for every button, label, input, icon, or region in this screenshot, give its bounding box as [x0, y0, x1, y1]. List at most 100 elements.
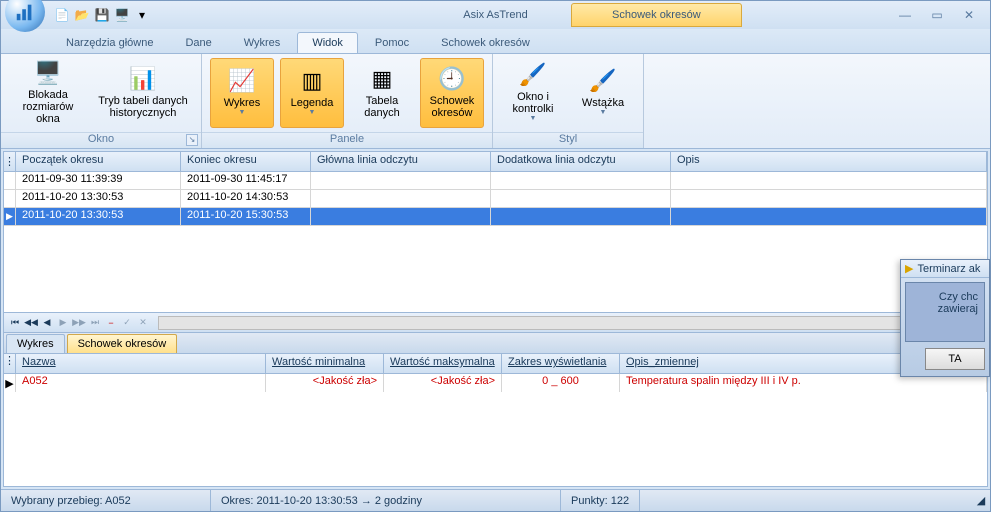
cell-start: 2011-10-20 13:30:53: [16, 208, 181, 225]
cell-start: 2011-09-30 11:39:39: [16, 172, 181, 189]
ribbon-group-style: 🖌️ Okno i kontrolki ▼ 🖌️ Wstążka ▼ Styl: [493, 54, 644, 148]
qat-screen[interactable]: 🖥️: [113, 6, 131, 24]
minimize-button[interactable]: —: [894, 7, 916, 23]
btn-label: Okno i kontrolki: [502, 91, 564, 115]
col-start[interactable]: Początek okresu: [16, 152, 181, 171]
qat-open[interactable]: 📂: [73, 6, 91, 24]
play-icon: ▶: [905, 262, 913, 275]
lock-window-size-button[interactable]: 🖥️ Blokada rozmiarów okna: [9, 58, 87, 128]
table-row[interactable]: ▶ 2011-10-20 13:30:53 2011-10-20 15:30:5…: [4, 208, 987, 226]
ribbon-tab-tools[interactable]: Narzędzia główne: [51, 32, 168, 53]
table-icon: 📊: [129, 67, 156, 91]
chevron-down-icon: ▼: [309, 109, 316, 117]
app-menu-orb[interactable]: [5, 0, 45, 32]
panel-datatable-button[interactable]: ▦ Tabela danych: [350, 58, 414, 128]
maximize-button[interactable]: ▭: [926, 7, 948, 23]
legend-grid: ⋮ Nazwa Wartość minimalna Wartość maksym…: [4, 354, 987, 486]
cell-range: 0 _ 600: [502, 374, 620, 392]
popup-body: Czy chc zawieraj: [905, 282, 985, 342]
ribbon-tab-clipboard[interactable]: Schowek okresów: [426, 32, 545, 53]
ribbon-tab-data[interactable]: Dane: [170, 32, 226, 53]
nav-last[interactable]: ⏭: [88, 316, 102, 330]
panel-legend-button[interactable]: ▥ Legenda ▼: [280, 58, 344, 128]
col-max[interactable]: Wartość maksymalna: [384, 354, 502, 373]
style-ribbon-button[interactable]: 🖌️ Wstążka ▼: [571, 58, 635, 128]
legend-row[interactable]: ▶ A052 <Jakość zła> <Jakość zła> 0 _ 600…: [4, 374, 987, 392]
btn-label: Tabela danych: [351, 95, 413, 119]
periods-grid: ⋮ Początek okresu Koniec okresu Główna l…: [4, 152, 987, 332]
grid-body: 2011-09-30 11:39:39 2011-09-30 11:45:17 …: [4, 172, 987, 312]
row-indicator-icon: ▶: [4, 208, 16, 225]
brush-icon: 🖌️: [519, 63, 546, 87]
nav-next-page[interactable]: ▶▶: [72, 316, 86, 330]
qat-customize[interactable]: ▾: [133, 6, 151, 24]
bottom-tabstrip: Wykres Schowek okresów: [4, 332, 987, 354]
col-min[interactable]: Wartość minimalna: [266, 354, 384, 373]
popup-title-text: Terminarz ak: [917, 263, 980, 275]
col-main-line[interactable]: Główna linia odczytu: [311, 152, 491, 171]
cell-name: A052: [16, 374, 266, 392]
nav-prev-page[interactable]: ◀◀: [24, 316, 38, 330]
horizontal-scrollbar[interactable]: [158, 316, 983, 330]
resize-grip[interactable]: ◢: [972, 494, 990, 507]
grid-header: ⋮ Początek okresu Koniec okresu Główna l…: [4, 152, 987, 172]
table-row[interactable]: 2011-09-30 11:39:39 2011-09-30 11:45:17: [4, 172, 987, 190]
tab-period-clipboard[interactable]: Schowek okresów: [67, 334, 178, 353]
row-selector-header[interactable]: ⋮: [4, 152, 16, 171]
qat-new[interactable]: 📄: [53, 6, 71, 24]
col-desc[interactable]: Opis: [671, 152, 987, 171]
ribbon-tab-view[interactable]: Widok: [297, 32, 358, 53]
cell-max: <Jakość zła>: [384, 374, 502, 392]
col-extra-line[interactable]: Dodatkowa linia odczytu: [491, 152, 671, 171]
tab-chart[interactable]: Wykres: [6, 334, 65, 353]
group-launcher[interactable]: ↘: [186, 134, 198, 146]
window-controls: — ▭ ✕: [894, 7, 990, 23]
nav-first[interactable]: ⏮: [8, 316, 22, 330]
cell-start: 2011-10-20 13:30:53: [16, 190, 181, 207]
nav-next[interactable]: ▶: [56, 316, 70, 330]
btn-label: Wykres: [224, 97, 261, 109]
history-table-mode-button[interactable]: 📊 Tryb tabeli danych historycznych: [93, 58, 193, 128]
quick-access-toolbar: 📄 📂 💾 🖥️ ▾: [53, 6, 151, 24]
legend-icon: ▥: [302, 69, 323, 93]
table-row[interactable]: 2011-10-20 13:30:53 2011-10-20 14:30:53: [4, 190, 987, 208]
row-indicator-icon: ▶: [4, 374, 16, 392]
qat-save[interactable]: 💾: [93, 6, 111, 24]
ribbon-tab-help[interactable]: Pomoc: [360, 32, 424, 53]
row-selector-header[interactable]: ⋮: [4, 354, 16, 373]
legend-header: ⋮ Nazwa Wartość minimalna Wartość maksym…: [4, 354, 987, 374]
close-button[interactable]: ✕: [958, 7, 980, 23]
chart-icon: [14, 1, 36, 23]
col-name[interactable]: Nazwa: [16, 354, 266, 373]
style-window-controls-button[interactable]: 🖌️ Okno i kontrolki ▼: [501, 58, 565, 128]
ribbon-tabstrip: Narzędzia główne Dane Wykres Widok Pomoc…: [1, 29, 990, 53]
titlebar: 📄 📂 💾 🖥️ ▾ Asix AsTrend Schowek okresów …: [1, 1, 990, 29]
col-range[interactable]: Zakres wyświetlania: [502, 354, 620, 373]
grid-navigator: ⏮ ◀◀ ◀ ▶ ▶▶ ⏭ − ✓ ✕: [4, 312, 987, 332]
clock-icon: 🕘: [438, 67, 465, 91]
content-area: ⋮ Początek okresu Koniec okresu Główna l…: [3, 151, 988, 487]
panel-chart-button[interactable]: 📈 Wykres ▼: [210, 58, 274, 128]
ribbon-group-window: 🖥️ Blokada rozmiarów okna 📊 Tryb tabeli …: [1, 54, 202, 148]
nav-delete[interactable]: −: [104, 316, 118, 330]
chevron-down-icon: ▼: [239, 109, 246, 117]
popup-line1: Czy chc: [912, 291, 978, 303]
chevron-down-icon: ▼: [530, 115, 537, 123]
ribbon-tab-chart[interactable]: Wykres: [229, 32, 296, 53]
col-end[interactable]: Koniec okresu: [181, 152, 311, 171]
popup-title: ▶ Terminarz ak: [901, 260, 989, 278]
group-label: Panele: [330, 133, 364, 145]
nav-prev[interactable]: ◀: [40, 316, 54, 330]
nav-cancel[interactable]: ✕: [136, 316, 150, 330]
axes-icon: 📈: [228, 69, 255, 93]
nav-commit[interactable]: ✓: [120, 316, 134, 330]
btn-label: Tryb tabeli danych historycznych: [94, 95, 192, 119]
popup-button[interactable]: TA: [925, 348, 985, 370]
group-label: Okno: [88, 133, 114, 145]
panel-clipboard-button[interactable]: 🕘 Schowek okresów: [420, 58, 484, 128]
scheduler-popup: ▶ Terminarz ak Czy chc zawieraj TA: [900, 259, 990, 377]
cell-min: <Jakość zła>: [266, 374, 384, 392]
cell-end: 2011-10-20 14:30:53: [181, 190, 311, 207]
cell-end: 2011-09-30 11:45:17: [181, 172, 311, 189]
group-label: Styl: [559, 133, 577, 145]
